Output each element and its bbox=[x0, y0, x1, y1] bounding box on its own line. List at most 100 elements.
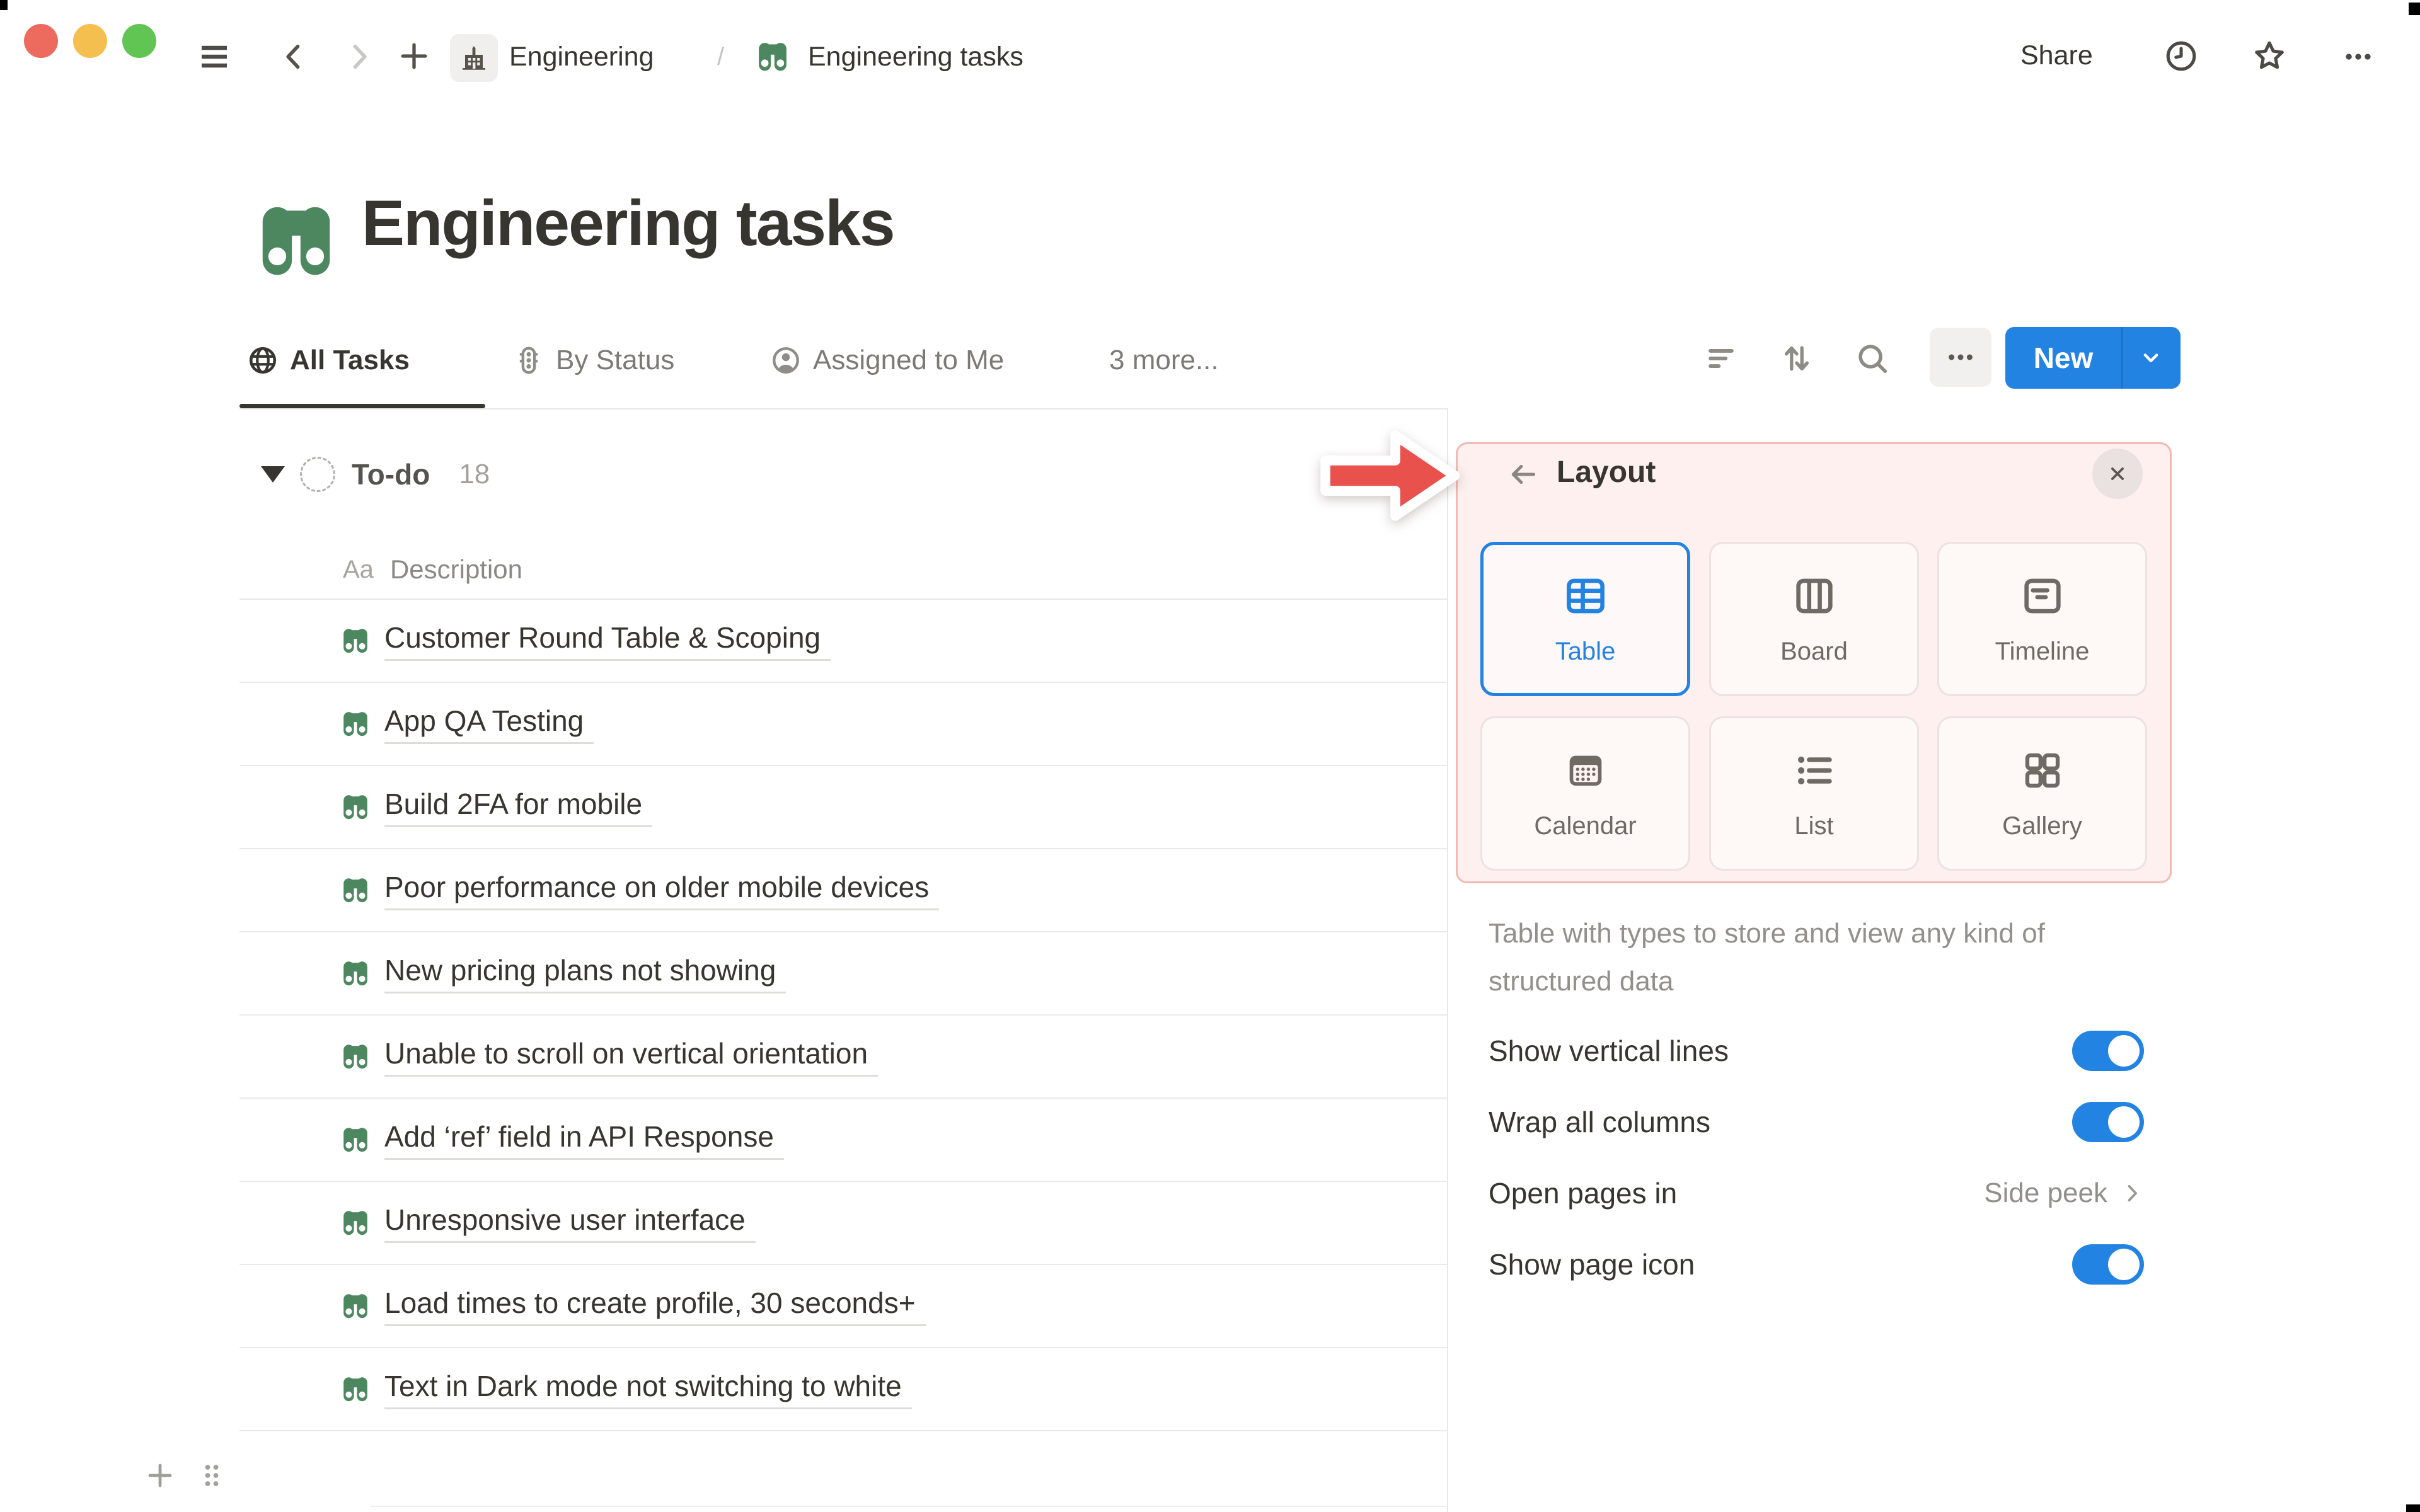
chevron-right-icon bbox=[2120, 1181, 2144, 1205]
table-row[interactable]: App QA Testing bbox=[239, 683, 1448, 766]
row-title[interactable]: Load times to create profile, 30 seconds… bbox=[384, 1286, 926, 1326]
layout-option-gallery[interactable]: Gallery bbox=[1937, 716, 2147, 871]
table-row[interactable]: Add ‘ref’ field in API Response bbox=[239, 1099, 1448, 1182]
tab-label: Assigned to Me bbox=[813, 345, 1005, 375]
board-layout-icon bbox=[1790, 572, 1838, 620]
ellipsis-icon bbox=[1944, 340, 1978, 374]
table-row[interactable]: New pricing plans not showing bbox=[239, 932, 1448, 1016]
binoculars-icon bbox=[340, 875, 371, 905]
new-button[interactable]: New bbox=[2005, 327, 2181, 389]
setting-show-page-icon: Show page icon bbox=[1489, 1229, 2144, 1300]
favorite-star-icon[interactable] bbox=[2251, 38, 2288, 74]
collapse-triangle-icon[interactable] bbox=[261, 466, 285, 483]
chevron-down-icon bbox=[2137, 344, 2165, 372]
column-header-label: Description bbox=[389, 554, 523, 584]
more-options-icon[interactable] bbox=[2341, 39, 2376, 74]
sidebar-menu-icon[interactable] bbox=[195, 38, 233, 76]
row-title[interactable]: Poor performance on older mobile devices bbox=[384, 870, 940, 910]
group-count: 18 bbox=[459, 459, 490, 490]
layout-option-timeline[interactable]: Timeline bbox=[1937, 542, 2147, 696]
layout-description: Table with types to store and view any k… bbox=[1489, 918, 2045, 997]
close-icon bbox=[2106, 462, 2129, 485]
building-icon bbox=[459, 43, 489, 73]
layout-option-board[interactable]: Board bbox=[1709, 542, 1919, 696]
traffic-zoom-button[interactable] bbox=[122, 24, 156, 58]
new-dropdown-area[interactable] bbox=[2123, 344, 2179, 372]
traffic-close-button[interactable] bbox=[24, 24, 58, 58]
row-title[interactable]: Build 2FA for mobile bbox=[384, 787, 653, 827]
add-row-divider bbox=[371, 1506, 1448, 1507]
new-page-plus-icon[interactable] bbox=[396, 38, 432, 74]
layout-option-list[interactable]: List bbox=[1709, 716, 1919, 871]
panel-close-button[interactable] bbox=[2092, 449, 2143, 499]
table-row[interactable]: Text in Dark mode not switching to white bbox=[239, 1348, 1448, 1431]
binoculars-icon bbox=[340, 626, 371, 656]
row-title[interactable]: Unable to scroll on vertical orientation bbox=[384, 1036, 879, 1077]
table-row[interactable]: Unable to scroll on vertical orientation bbox=[239, 1016, 1448, 1099]
filter-icon[interactable] bbox=[1703, 340, 1739, 377]
layout-option-table[interactable]: Table bbox=[1480, 542, 1690, 696]
breadcrumb-page[interactable]: Engineering tasks bbox=[808, 42, 1023, 72]
breadcrumb-workspace[interactable]: Engineering bbox=[509, 42, 654, 72]
table-row[interactable]: Unresponsive user interface bbox=[239, 1182, 1448, 1265]
wrap-all-columns-toggle[interactable] bbox=[2072, 1102, 2144, 1142]
layout-option-label: Gallery bbox=[2002, 812, 2082, 840]
tab-label: All Tasks bbox=[290, 345, 410, 375]
row-title[interactable]: New pricing plans not showing bbox=[384, 953, 786, 994]
list-layout-icon bbox=[1790, 747, 1838, 794]
table-row[interactable]: Load times to create profile, 30 seconds… bbox=[239, 1265, 1448, 1348]
binoculars-icon bbox=[340, 709, 371, 739]
binoculars-icon bbox=[340, 1374, 371, 1404]
table-layout-icon bbox=[1562, 572, 1610, 620]
show-vertical-lines-toggle[interactable] bbox=[2072, 1031, 2144, 1071]
nav-forward-icon[interactable] bbox=[342, 39, 377, 74]
status-light-icon bbox=[513, 345, 544, 376]
table-row[interactable]: Customer Round Table & Scoping bbox=[239, 600, 1448, 683]
column-header-description[interactable]: Aa Description bbox=[239, 541, 1448, 600]
screen-artifact bbox=[0, 0, 8, 10]
row-title[interactable]: Text in Dark mode not switching to white bbox=[384, 1369, 912, 1409]
sort-icon[interactable] bbox=[1778, 340, 1815, 377]
share-button[interactable]: Share bbox=[2020, 40, 2093, 71]
binoculars-icon bbox=[755, 39, 790, 74]
tab-all-tasks[interactable]: All Tasks bbox=[247, 340, 410, 381]
tab-more-views[interactable]: 3 more... bbox=[1109, 340, 1219, 381]
history-clock-icon[interactable] bbox=[2163, 38, 2199, 74]
breadcrumb-workspace-icon-chip[interactable] bbox=[450, 34, 498, 82]
binoculars-icon bbox=[340, 958, 371, 988]
toggle-knob bbox=[2108, 1035, 2140, 1067]
search-icon[interactable] bbox=[1854, 340, 1891, 377]
tab-by-status[interactable]: By Status bbox=[513, 340, 674, 381]
toggle-knob bbox=[2108, 1249, 2140, 1280]
table-row[interactable]: Build 2FA for mobile bbox=[239, 766, 1448, 849]
row-title[interactable]: Add ‘ref’ field in API Response bbox=[384, 1120, 784, 1160]
table-row[interactable]: Poor performance on older mobile devices bbox=[239, 849, 1448, 932]
globe-icon bbox=[247, 345, 279, 376]
group-name[interactable]: To-do bbox=[352, 457, 430, 491]
todo-status-circle-icon[interactable] bbox=[300, 457, 335, 492]
page-title: Engineering tasks bbox=[362, 187, 896, 259]
setting-label: Show page icon bbox=[1489, 1248, 1695, 1281]
row-title[interactable]: Unresponsive user interface bbox=[384, 1203, 756, 1243]
row-title[interactable]: App QA Testing bbox=[384, 704, 594, 744]
tab-label: 3 more... bbox=[1109, 345, 1219, 375]
row-title[interactable]: Customer Round Table & Scoping bbox=[384, 621, 831, 661]
show-page-icon-toggle[interactable] bbox=[2072, 1244, 2144, 1285]
breadcrumb-separator: / bbox=[717, 43, 725, 71]
setting-open-pages-in[interactable]: Open pages in Side peek bbox=[1489, 1158, 2144, 1228]
tabs-divider bbox=[239, 408, 1448, 410]
traffic-minimize-button[interactable] bbox=[73, 24, 107, 58]
layout-option-label: Calendar bbox=[1534, 812, 1637, 840]
tab-label: By Status bbox=[556, 345, 675, 375]
binoculars-icon bbox=[340, 792, 371, 822]
view-options-chip[interactable] bbox=[1930, 328, 1991, 387]
add-row-plus-icon[interactable] bbox=[144, 1459, 176, 1492]
nav-back-icon[interactable] bbox=[276, 39, 311, 74]
panel-back-icon[interactable] bbox=[1506, 457, 1540, 491]
page-icon-binoculars[interactable] bbox=[253, 198, 339, 284]
drag-handle-icon[interactable] bbox=[195, 1459, 228, 1492]
tab-assigned-to-me[interactable]: Assigned to Me bbox=[770, 340, 1004, 381]
setting-label: Show vertical lines bbox=[1489, 1034, 1729, 1067]
layout-option-calendar[interactable]: Calendar bbox=[1480, 716, 1690, 871]
layout-option-label: Table bbox=[1555, 638, 1616, 665]
